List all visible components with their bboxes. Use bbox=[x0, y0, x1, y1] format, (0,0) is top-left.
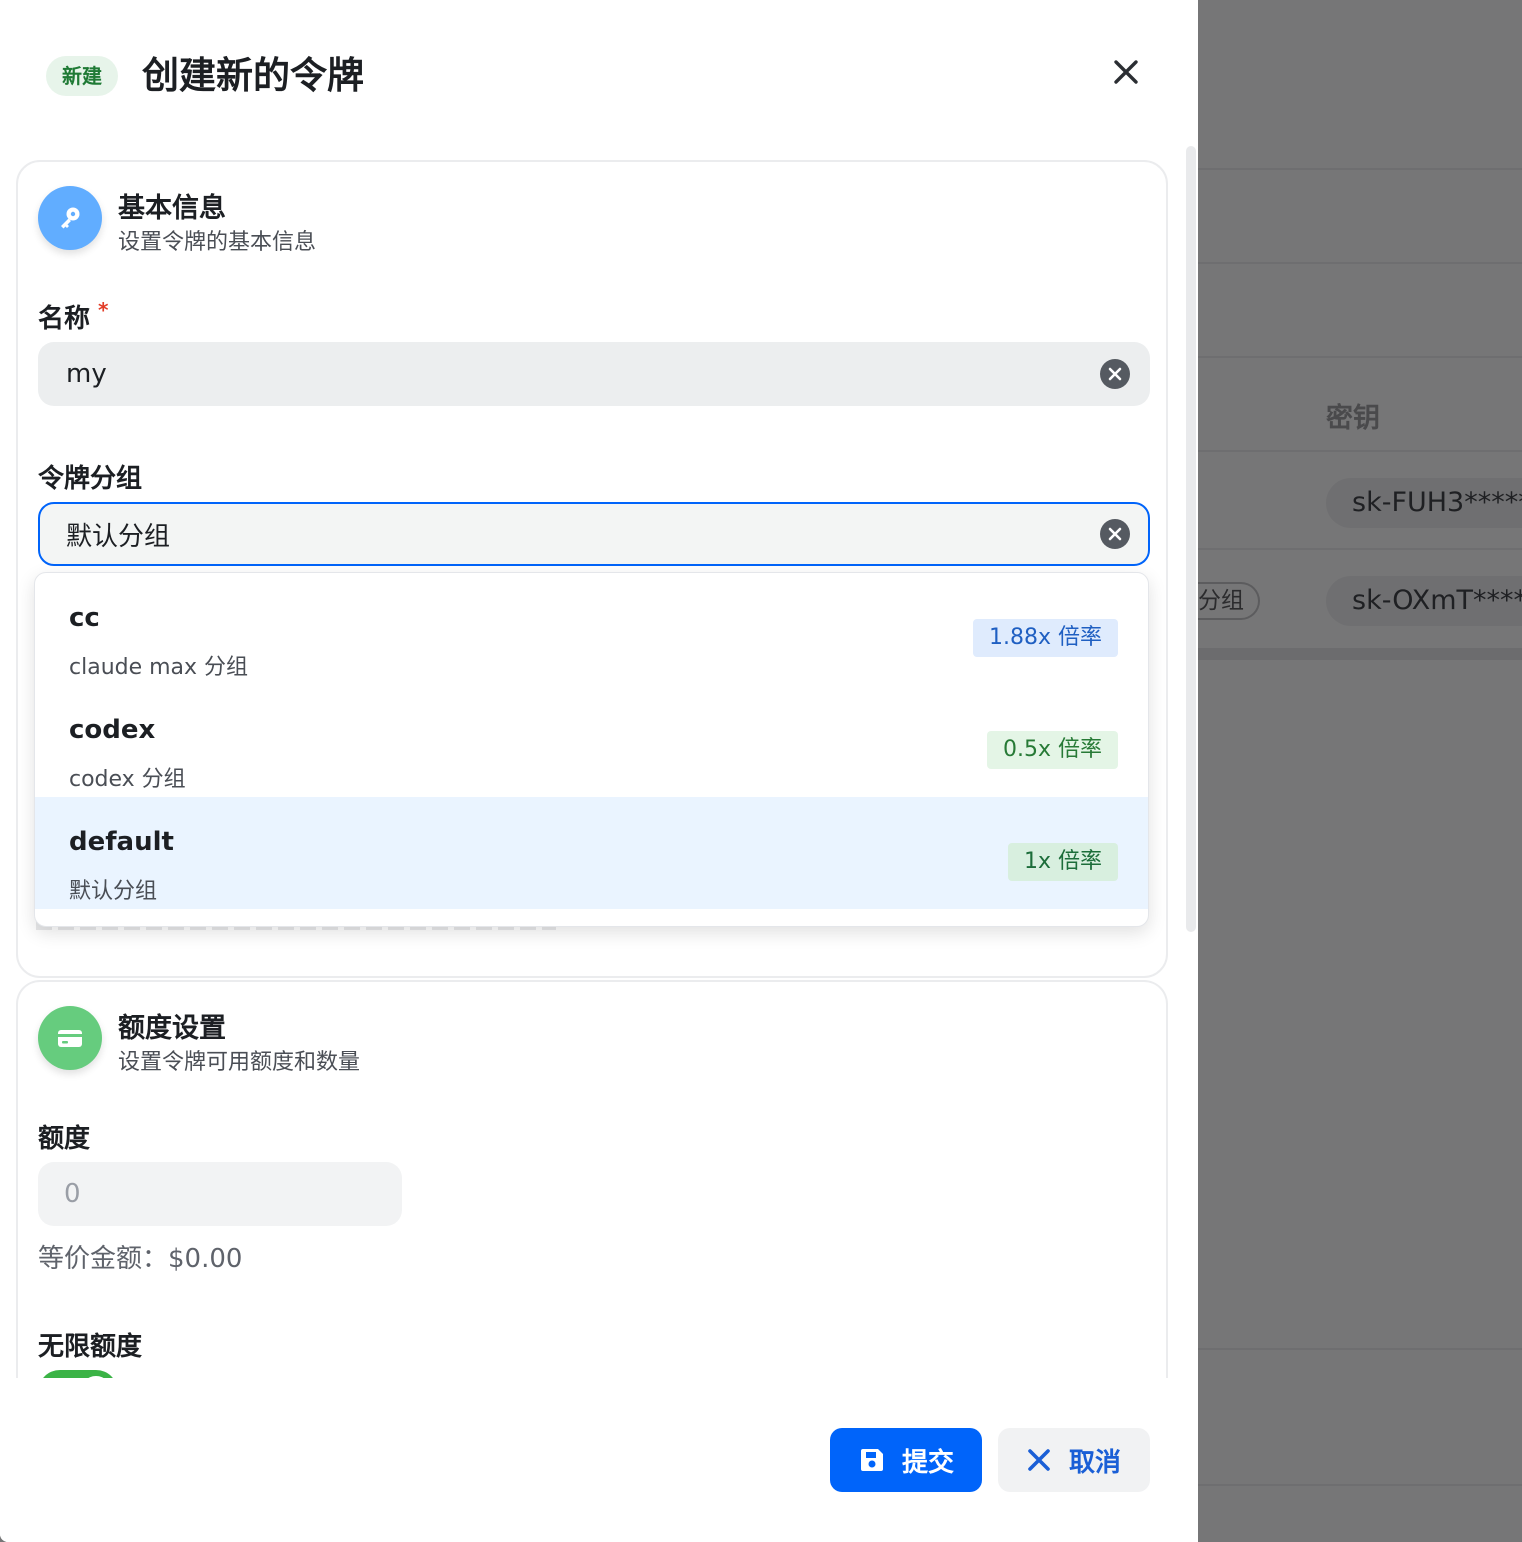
option-desc: claude max 分组 bbox=[69, 655, 249, 680]
bg-key-pill: sk-FUH3***** bbox=[1326, 478, 1522, 528]
group-option-default[interactable]: default 默认分组 1x 倍率 bbox=[35, 797, 1148, 909]
bg-key-pill: sk-OXmT***** bbox=[1326, 576, 1522, 626]
group-select[interactable]: 默认分组 bbox=[38, 502, 1150, 566]
sheet-scrollbar[interactable] bbox=[1186, 146, 1196, 932]
key-icon bbox=[38, 186, 102, 250]
bg-divider bbox=[1198, 450, 1522, 452]
close-icon bbox=[1028, 1449, 1050, 1471]
basic-info-title: 基本信息 bbox=[118, 193, 226, 224]
bg-column-header: 密钥 bbox=[1326, 403, 1380, 434]
close-icon bbox=[1114, 60, 1138, 84]
required-mark: * bbox=[98, 298, 109, 322]
option-desc: 默认分组 bbox=[69, 879, 158, 904]
group-option-codex[interactable]: codex codex 分组 0.5x 倍率 bbox=[35, 685, 1148, 797]
quota-input[interactable]: 0 bbox=[38, 1162, 402, 1226]
group-select-value: 默认分组 bbox=[66, 521, 171, 552]
bg-divider bbox=[1198, 168, 1522, 170]
bg-divider bbox=[1198, 1348, 1522, 1350]
sheet-header: 新建 创建新的令牌 bbox=[0, 0, 1198, 150]
sheet-footer: 提交 取消 bbox=[0, 1378, 1198, 1542]
credit-card-icon bbox=[38, 1006, 102, 1070]
group-clear-button[interactable] bbox=[1100, 519, 1130, 549]
bg-divider bbox=[1198, 548, 1522, 550]
new-badge: 新建 bbox=[46, 56, 118, 96]
bg-group-tag: 分组 bbox=[1198, 582, 1260, 620]
option-desc: codex 分组 bbox=[69, 767, 186, 792]
group-option-cc[interactable]: cc claude max 分组 1.88x 倍率 bbox=[35, 573, 1148, 685]
option-name: default bbox=[69, 827, 174, 857]
cancel-label: 取消 bbox=[1068, 1447, 1121, 1478]
ratio-tag: 1x 倍率 bbox=[1007, 843, 1118, 881]
bg-divider bbox=[1198, 1484, 1522, 1486]
create-token-sheet: 新建 创建新的令牌 基本信息 设置令牌的基本信息 名称 * my 令牌分组 默认分… bbox=[0, 0, 1198, 1542]
option-name: cc bbox=[69, 603, 100, 633]
bg-divider bbox=[1198, 356, 1522, 358]
group-dropdown: cc claude max 分组 1.88x 倍率 codex codex 分组… bbox=[34, 572, 1149, 927]
close-button[interactable] bbox=[1104, 50, 1148, 94]
basic-info-subtitle: 设置令牌的基本信息 bbox=[118, 230, 317, 255]
name-clear-button[interactable] bbox=[1100, 359, 1130, 389]
quota-title: 额度设置 bbox=[118, 1013, 226, 1044]
background-page: 密钥 sk-FUH3***** 分组 sk-OXmT***** bbox=[1198, 0, 1522, 1542]
name-input[interactable]: my bbox=[38, 342, 1150, 406]
bg-scrollbar-track bbox=[1198, 648, 1522, 660]
quota-label: 额度 bbox=[38, 1124, 91, 1154]
name-label: 名称 * bbox=[38, 298, 108, 335]
save-icon bbox=[860, 1449, 883, 1471]
name-label-text: 名称 bbox=[38, 304, 91, 334]
cancel-button[interactable]: 取消 bbox=[998, 1428, 1150, 1492]
quota-subtitle: 设置令牌可用额度和数量 bbox=[118, 1050, 361, 1075]
submit-button[interactable]: 提交 bbox=[830, 1428, 982, 1492]
submit-label: 提交 bbox=[901, 1447, 954, 1478]
sheet-title: 创建新的令牌 bbox=[142, 54, 364, 97]
option-name: codex bbox=[69, 715, 156, 745]
clear-icon bbox=[1108, 527, 1122, 541]
ratio-tag: 0.5x 倍率 bbox=[986, 731, 1118, 769]
equivalent-amount: 等价金额：$0.00 bbox=[38, 1244, 243, 1274]
clear-icon bbox=[1108, 367, 1122, 381]
bg-divider bbox=[1198, 262, 1522, 264]
group-label: 令牌分组 bbox=[38, 464, 143, 494]
name-input-value: my bbox=[66, 359, 107, 389]
unlimited-label: 无限额度 bbox=[38, 1332, 143, 1362]
ratio-tag: 1.88x 倍率 bbox=[973, 619, 1118, 657]
